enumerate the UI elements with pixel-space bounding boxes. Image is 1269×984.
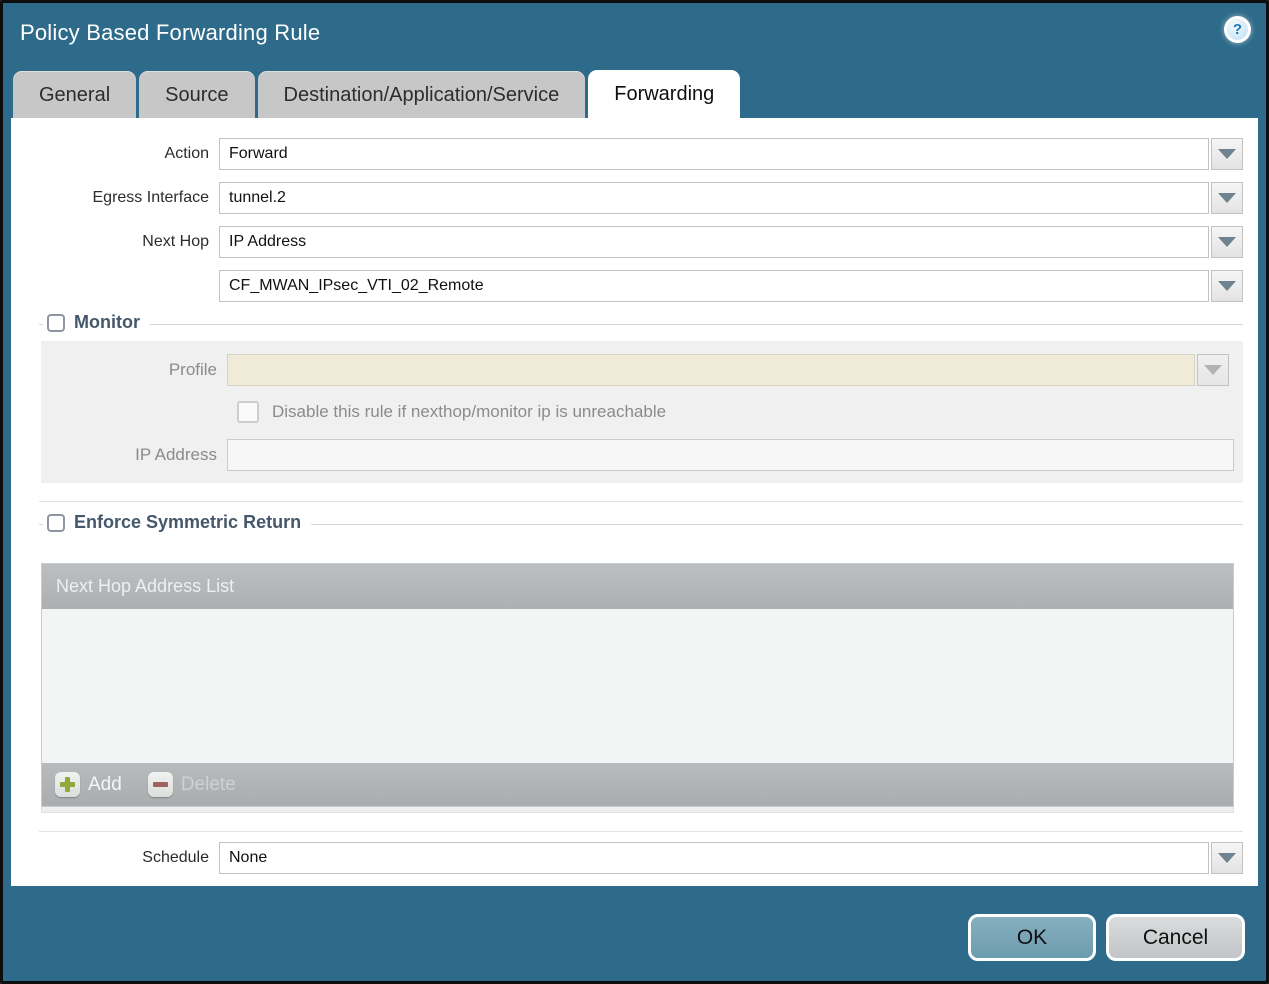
monitor-group: Monitor Profile Disable this rule if nex… — [39, 312, 1243, 502]
forwarding-tab-panel: Action Forward Egress Interface tunnel.2… — [11, 118, 1258, 886]
chevron-down-icon — [1204, 365, 1222, 375]
chevron-down-icon — [1218, 193, 1236, 203]
egress-interface-row: Egress Interface tunnel.2 — [11, 182, 1243, 214]
tab-strip: General Source Destination/Application/S… — [13, 70, 741, 118]
tab-general[interactable]: General — [13, 71, 137, 118]
cancel-button[interactable]: Cancel — [1106, 914, 1245, 961]
monitor-legend: Monitor — [43, 312, 150, 333]
table-bottom-strip — [41, 807, 1234, 813]
next-hop-address-list-table: Next Hop Address List Add Delete — [41, 563, 1234, 807]
profile-dropdown-button — [1197, 354, 1229, 386]
profile-input — [227, 354, 1195, 386]
action-label: Action — [164, 145, 209, 162]
action-dropdown-button[interactable] — [1211, 138, 1243, 170]
egress-interface-label: Egress Interface — [92, 189, 210, 206]
enforce-symmetric-return-group: Enforce Symmetric Return Next Hop Addres… — [39, 512, 1243, 832]
help-icon[interactable]: ? — [1224, 16, 1251, 43]
schedule-row: Schedule None — [11, 842, 1243, 874]
schedule-input[interactable]: None — [219, 842, 1209, 874]
profile-row: Profile — [41, 354, 1243, 386]
egress-interface-input[interactable]: tunnel.2 — [219, 182, 1209, 214]
minus-icon — [147, 772, 173, 797]
tab-destination-application-service[interactable]: Destination/Application/Service — [257, 71, 586, 118]
enforce-symmetric-return-label: Enforce Symmetric Return — [74, 512, 302, 532]
chevron-down-icon — [1218, 149, 1236, 159]
title-bar: Policy Based Forwarding Rule ? — [3, 3, 1266, 65]
monitor-ip-address-row: IP Address — [41, 439, 1243, 471]
next-hop-type-input[interactable]: IP Address — [219, 226, 1209, 258]
add-button-label: Add — [88, 773, 122, 795]
next-hop-address-row: CF_MWAN_IPsec_VTI_02_Remote — [11, 270, 1243, 302]
action-row: Action Forward — [11, 138, 1243, 170]
next-hop-row: Next Hop IP Address — [11, 226, 1243, 258]
table-body-empty[interactable] — [42, 609, 1233, 763]
add-button[interactable]: Add — [55, 772, 122, 797]
schedule-label: Schedule — [142, 849, 209, 866]
question-mark-icon: ? — [1227, 19, 1248, 40]
monitor-ip-address-label: IP Address — [135, 445, 217, 464]
profile-label: Profile — [168, 360, 217, 379]
egress-interface-dropdown-button[interactable] — [1211, 182, 1243, 214]
monitor-disabled-area: Profile Disable this rule if nexthop/mon… — [41, 341, 1243, 483]
table-header-label: Next Hop Address List — [56, 576, 235, 596]
action-input[interactable]: Forward — [219, 138, 1209, 170]
disable-rule-checkbox — [237, 401, 259, 423]
next-hop-dropdown-button[interactable] — [1211, 226, 1243, 258]
dialog-title: Policy Based Forwarding Rule — [20, 20, 321, 45]
policy-based-forwarding-dialog: Policy Based Forwarding Rule ? General S… — [0, 0, 1269, 984]
disable-rule-row: Disable this rule if nexthop/monitor ip … — [237, 401, 1243, 423]
chevron-down-icon — [1218, 853, 1236, 863]
next-hop-address-dropdown-button[interactable] — [1211, 270, 1243, 302]
schedule-dropdown-button[interactable] — [1211, 842, 1243, 874]
ok-button[interactable]: OK — [968, 914, 1096, 961]
next-hop-address-input[interactable]: CF_MWAN_IPsec_VTI_02_Remote — [219, 270, 1209, 302]
enforce-symmetric-return-checkbox[interactable] — [47, 513, 65, 532]
monitor-checkbox[interactable] — [47, 313, 65, 332]
tab-forwarding[interactable]: Forwarding — [588, 70, 741, 118]
tab-source[interactable]: Source — [139, 71, 255, 118]
chevron-down-icon — [1218, 237, 1236, 247]
plus-icon — [55, 772, 80, 797]
monitor-ip-address-input — [227, 439, 1234, 471]
delete-button: Delete — [147, 772, 236, 797]
enforce-symmetric-return-legend: Enforce Symmetric Return — [43, 512, 312, 533]
next-hop-label: Next Hop — [142, 233, 209, 250]
delete-button-label: Delete — [180, 773, 236, 795]
chevron-down-icon — [1218, 281, 1236, 291]
table-header: Next Hop Address List — [42, 564, 1233, 609]
monitor-legend-label: Monitor — [74, 312, 140, 332]
table-footer: Add Delete — [42, 763, 1233, 806]
disable-rule-label: Disable this rule if nexthop/monitor ip … — [272, 402, 667, 421]
